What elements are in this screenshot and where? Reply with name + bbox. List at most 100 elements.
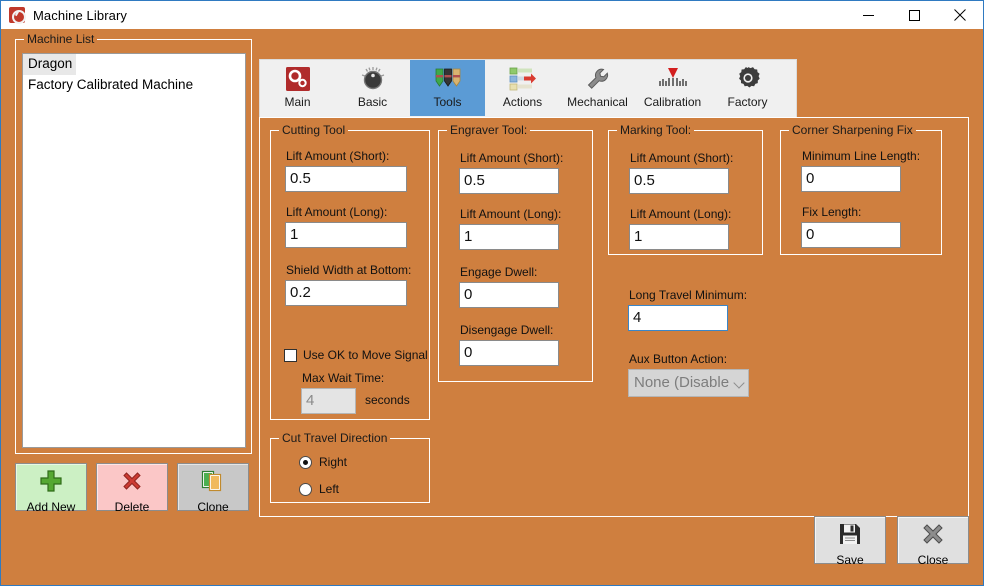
- corner-sharpening-fix-group: Corner Sharpening Fix Minimum Line Lengt…: [780, 123, 942, 255]
- cutting-lift-short-label: Lift Amount (Short):: [286, 149, 390, 163]
- gears-icon: [282, 65, 314, 93]
- engage-dwell-label: Engage Dwell:: [460, 265, 538, 279]
- copy-documents-icon: [200, 468, 226, 499]
- radio-right-icon[interactable]: [299, 455, 312, 469]
- tab-tools-label: Tools: [433, 95, 462, 109]
- clone-label: Clone: [197, 500, 229, 514]
- delete-button[interactable]: Delete: [96, 463, 168, 514]
- radio-left-row[interactable]: Left: [299, 482, 339, 496]
- x-mark-icon: [921, 522, 945, 551]
- aux-button-action-select[interactable]: None (Disable: [628, 369, 749, 397]
- corner-sharpening-fix-group-label: Corner Sharpening Fix: [789, 123, 916, 137]
- radio-right-row[interactable]: Right: [299, 455, 347, 469]
- list-item[interactable]: Factory Calibrated Machine: [23, 75, 245, 96]
- machine-list-group: Machine List Dragon Factory Calibrated M…: [15, 32, 252, 454]
- engraver-lift-short-label: Lift Amount (Short):: [460, 151, 564, 165]
- engraver-lift-long-label: Lift Amount (Long):: [460, 207, 562, 221]
- marking-lift-short-label: Lift Amount (Short):: [630, 151, 734, 165]
- wrench-icon: [582, 65, 614, 93]
- disengage-dwell-label: Disengage Dwell:: [460, 323, 554, 337]
- engraver-tool-group: Engraver Tool: Lift Amount (Short): 0.5 …: [438, 123, 593, 382]
- engraver-tool-group-label: Engraver Tool:: [447, 123, 531, 137]
- action-list-icon: [507, 65, 539, 93]
- cutting-lift-short-field: Lift Amount (Short): 0.5: [285, 149, 407, 192]
- max-wait-time-label: Max Wait Time:: [302, 371, 385, 385]
- list-item[interactable]: Dragon: [23, 54, 77, 75]
- tab-calibration[interactable]: Calibration: [635, 60, 710, 116]
- tab-factory-label: Factory: [727, 95, 768, 109]
- markers-icon: [432, 65, 464, 93]
- radio-right-label: Right: [319, 455, 348, 469]
- engraver-lift-short-input[interactable]: 0.5: [459, 168, 559, 194]
- machine-list-box[interactable]: Dragon Factory Calibrated Machine: [22, 53, 246, 448]
- radio-left-icon[interactable]: [299, 482, 312, 496]
- fix-length-input[interactable]: 0: [801, 222, 901, 248]
- tab-actions[interactable]: Actions: [485, 60, 560, 116]
- cutting-lift-long-label: Lift Amount (Long):: [286, 205, 388, 219]
- shield-width-input[interactable]: 0.2: [285, 280, 407, 306]
- tab-main-label: Main: [284, 95, 311, 109]
- marking-lift-short-field: Lift Amount (Short): 0.5: [629, 151, 733, 194]
- marking-lift-long-input[interactable]: 1: [629, 224, 729, 250]
- window-title: Machine Library: [33, 7, 127, 23]
- window-controls: [845, 1, 983, 29]
- marking-lift-short-input[interactable]: 0.5: [629, 168, 729, 194]
- checkbox-icon[interactable]: [284, 348, 297, 362]
- floppy-disk-icon: [838, 522, 862, 551]
- max-wait-time-input[interactable]: 4: [301, 388, 356, 414]
- engage-dwell-field: Engage Dwell: 0: [459, 265, 559, 308]
- aux-button-action-value: None (Disable: [634, 374, 730, 391]
- machine-list-group-label: Machine List: [24, 32, 98, 46]
- tab-basic[interactable]: Basic: [335, 60, 410, 116]
- save-button[interactable]: Save: [814, 516, 886, 567]
- engraver-lift-long-input[interactable]: 1: [459, 224, 559, 250]
- tools-tab-page: Cutting Tool Lift Amount (Short): 0.5 Li…: [259, 117, 969, 517]
- tab-tools[interactable]: Tools: [410, 60, 485, 116]
- maximize-icon[interactable]: [891, 1, 937, 29]
- clone-button[interactable]: Clone: [177, 463, 249, 514]
- marking-lift-long-label: Lift Amount (Long):: [630, 207, 732, 221]
- cut-travel-direction-group-label: Cut Travel Direction: [279, 431, 391, 445]
- shield-width-label: Shield Width at Bottom:: [286, 263, 412, 277]
- title-bar: Machine Library: [1, 1, 983, 29]
- knob-icon: [357, 65, 389, 93]
- close-icon[interactable]: [937, 1, 983, 29]
- tab-main[interactable]: Main: [260, 60, 335, 116]
- marking-tool-group-label: Marking Tool:: [617, 123, 695, 137]
- long-travel-minimum-field: Long Travel Minimum: 4: [628, 288, 747, 331]
- minimize-icon[interactable]: [845, 1, 891, 29]
- tab-calibration-label: Calibration: [643, 95, 702, 109]
- client-area: Machine List Dragon Factory Calibrated M…: [1, 29, 983, 585]
- max-wait-time-units: seconds: [365, 392, 410, 407]
- minimum-line-length-input[interactable]: 0: [801, 166, 901, 192]
- marking-tool-group: Marking Tool: Lift Amount (Short): 0.5 L…: [608, 123, 763, 255]
- engraver-lift-short-field: Lift Amount (Short): 0.5: [459, 151, 563, 194]
- aux-button-action-label: Aux Button Action:: [629, 352, 728, 366]
- long-travel-minimum-label: Long Travel Minimum:: [629, 288, 748, 302]
- ok-to-move-checkbox-row[interactable]: Use OK to Move Signal: [284, 348, 428, 362]
- ok-to-move-label: Use OK to Move Signal: [303, 348, 428, 362]
- gauge-icon: [9, 7, 26, 24]
- long-travel-minimum-input[interactable]: 4: [628, 305, 728, 331]
- shield-width-field: Shield Width at Bottom: 0.2: [285, 263, 411, 306]
- cutting-tool-group: Cutting Tool Lift Amount (Short): 0.5 Li…: [270, 123, 430, 420]
- add-new-button[interactable]: Add New: [15, 463, 87, 514]
- cutting-tool-group-label: Cutting Tool: [279, 123, 349, 137]
- close-label: Close: [917, 553, 949, 567]
- tab-actions-label: Actions: [502, 95, 543, 109]
- disengage-dwell-field: Disengage Dwell: 0: [459, 323, 559, 366]
- cutting-lift-short-input[interactable]: 0.5: [285, 166, 407, 192]
- gear-icon: [732, 65, 764, 93]
- max-wait-time-field: Max Wait Time: 4 seconds: [301, 371, 410, 414]
- cut-travel-direction-group: Cut Travel Direction Right Left: [270, 431, 430, 503]
- tab-mechanical[interactable]: Mechanical: [560, 60, 635, 116]
- tab-factory[interactable]: Factory: [710, 60, 785, 116]
- engraver-lift-long-field: Lift Amount (Long): 1: [459, 207, 561, 250]
- disengage-dwell-input[interactable]: 0: [459, 340, 559, 366]
- plus-icon: [38, 468, 64, 499]
- close-button[interactable]: Close: [897, 516, 969, 567]
- add-new-label: Add New: [26, 500, 76, 514]
- engage-dwell-input[interactable]: 0: [459, 282, 559, 308]
- delete-label: Delete: [114, 500, 150, 514]
- cutting-lift-long-input[interactable]: 1: [285, 222, 407, 248]
